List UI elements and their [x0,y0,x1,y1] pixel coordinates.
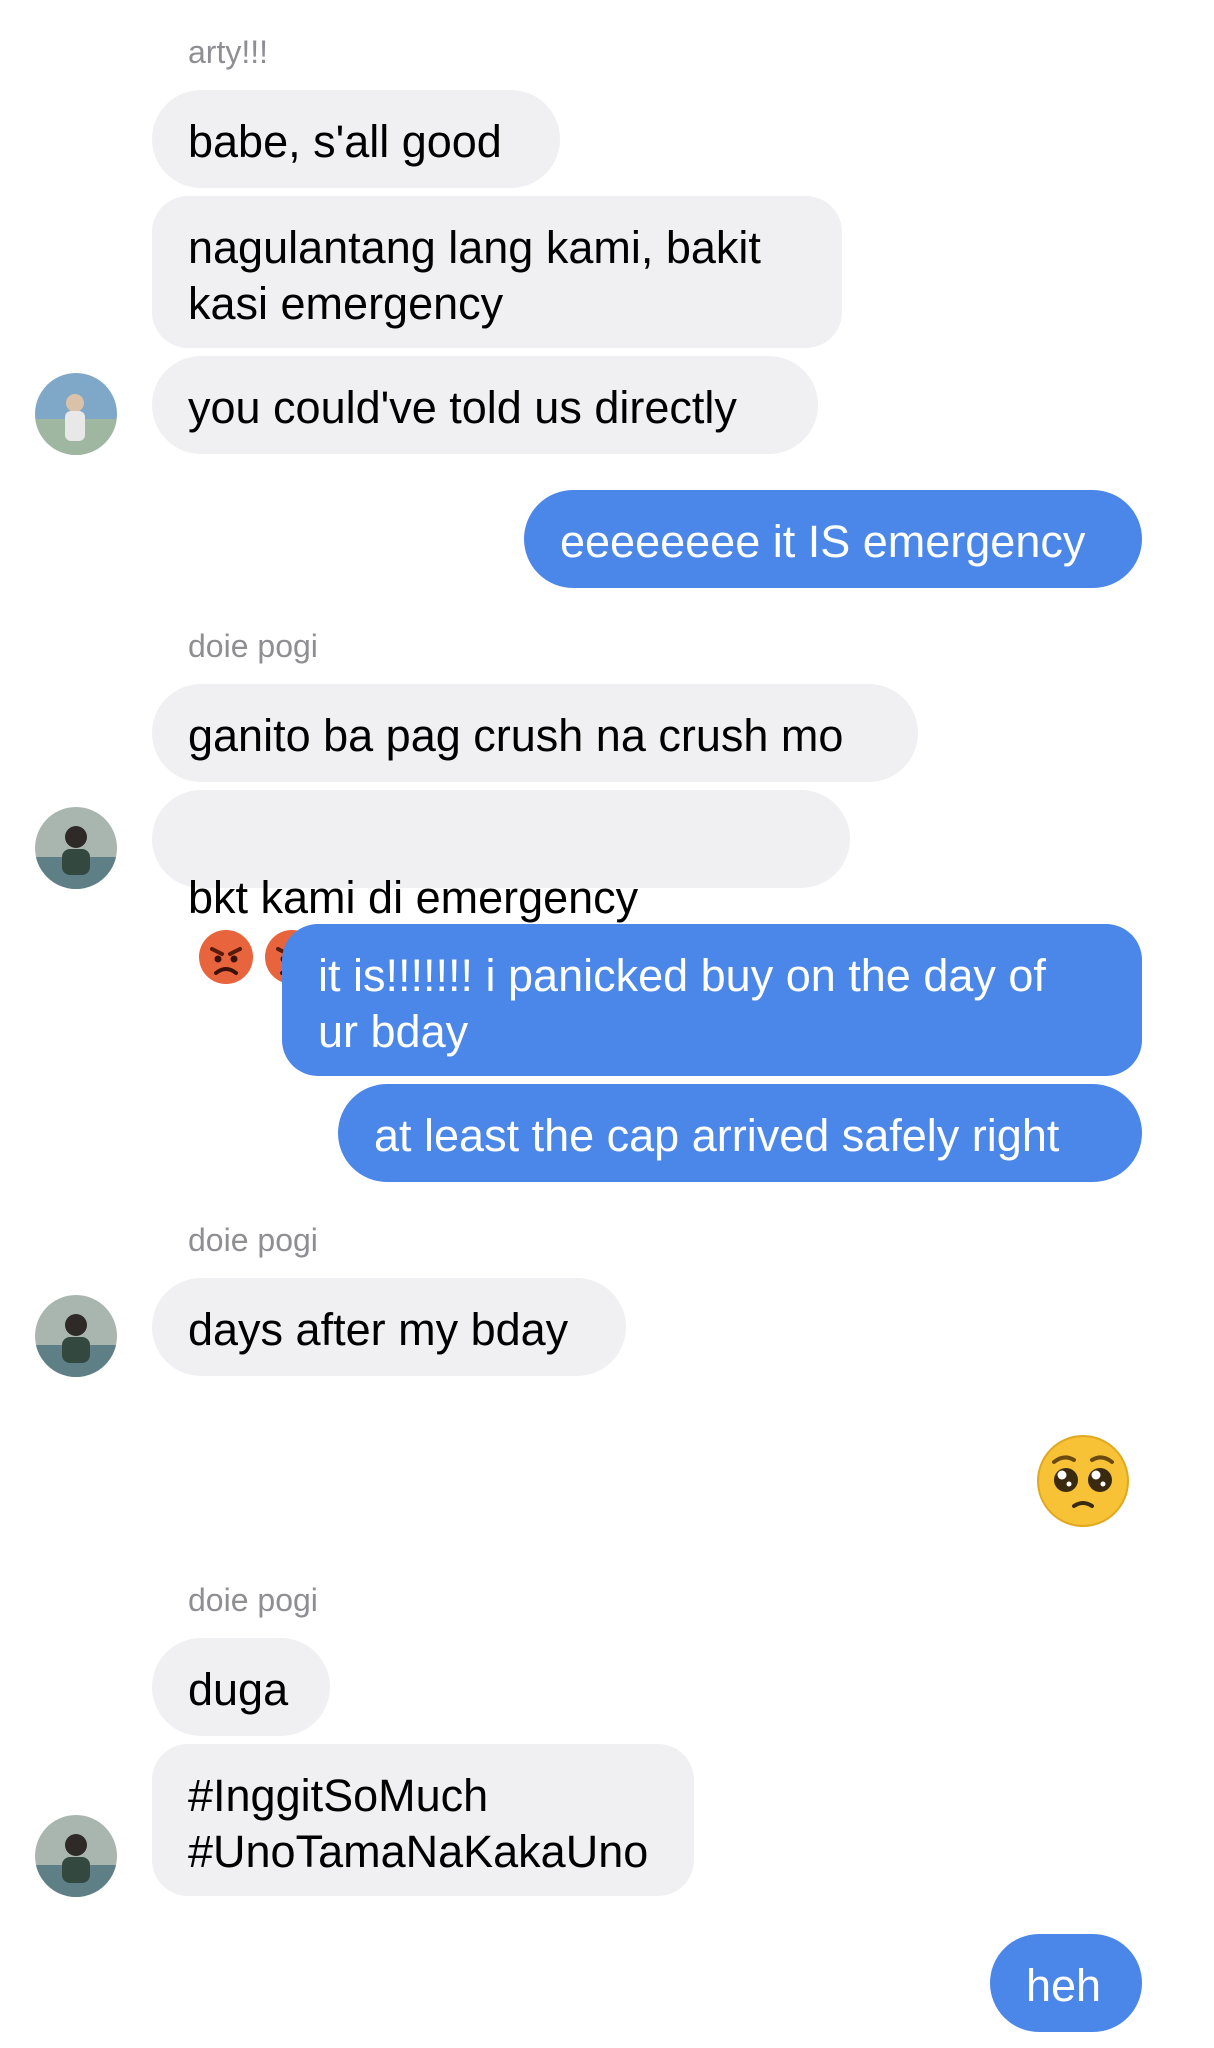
angry-face-icon [199,930,253,985]
outgoing-message[interactable]: at least the cap arrived safely right [338,1084,1142,1182]
sender-name: doie pogi [188,1222,318,1258]
incoming-message[interactable]: babe, s'all good [152,90,560,188]
sender-name: doie pogi [188,628,318,664]
outgoing-message[interactable]: it is!!!!!!! i panicked buy on the day o… [282,924,1142,1076]
incoming-message[interactable]: you could've told us directly [152,356,818,454]
sender-name: doie pogi [188,1582,318,1618]
sender-name: arty!!! [188,34,269,70]
avatar[interactable] [35,373,117,455]
avatar[interactable] [35,1295,117,1377]
message-text: bkt kami di emergency [188,872,639,923]
incoming-message[interactable]: duga [152,1638,330,1736]
avatar[interactable] [35,1815,117,1897]
incoming-message-with-emoji[interactable]: bkt kami di emergency [152,790,850,985]
incoming-message[interactable]: #InggitSoMuch #UnoTamaNaKakaUno [152,1744,694,1896]
incoming-message[interactable]: ganito ba pag crush na crush mo [152,684,918,782]
outgoing-message[interactable]: heh [990,1934,1142,2032]
incoming-message[interactable]: days after my bday [152,1278,626,1376]
outgoing-message[interactable]: eeeeeeee it IS emergency [524,490,1142,588]
pleading-face-icon[interactable] [1036,1434,1130,1528]
avatar[interactable] [35,807,117,889]
incoming-message[interactable]: nagulantang lang kami, bakit kasi emerge… [152,196,842,348]
